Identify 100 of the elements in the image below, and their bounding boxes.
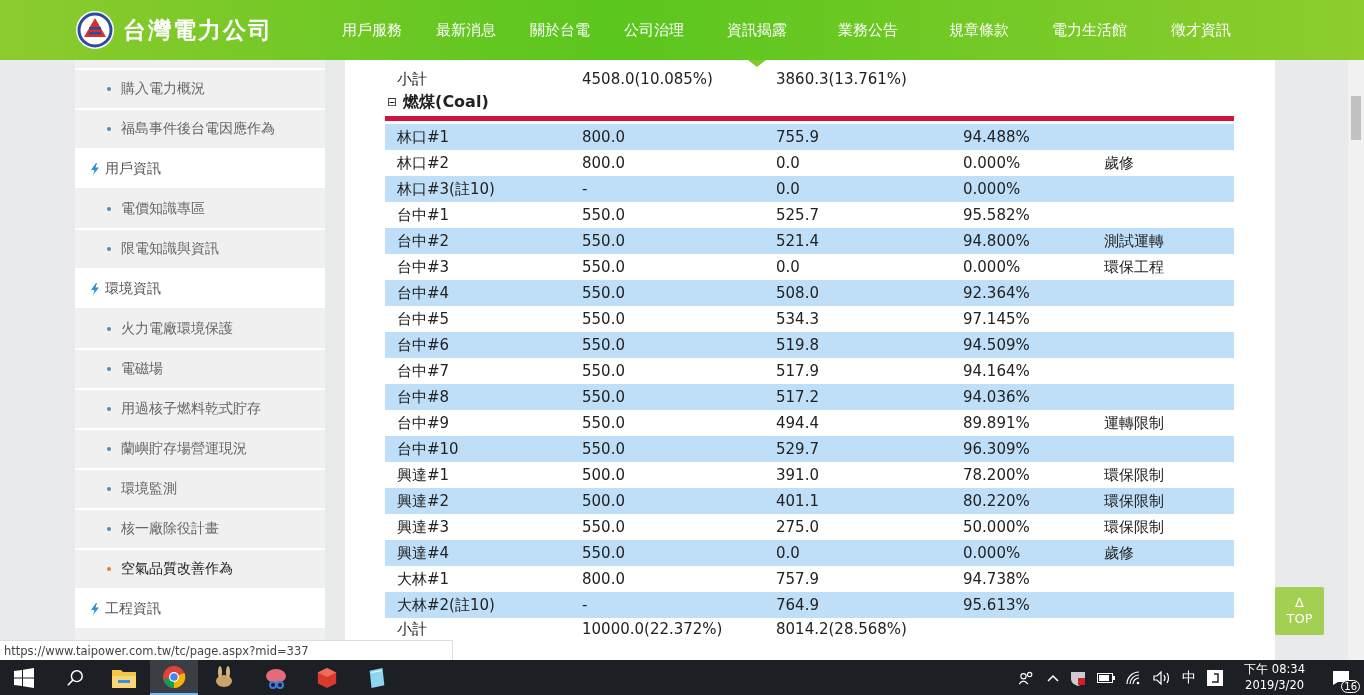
- table-cell-text: 測試運轉: [1104, 231, 1165, 251]
- sidebar-section[interactable]: 環境資訊: [75, 270, 325, 310]
- table-cell-text: 525.7: [776, 206, 820, 224]
- table-cell-text: 歲修: [1104, 543, 1135, 563]
- table-cell-text: 550.0: [582, 284, 626, 302]
- notification-count: 16: [1341, 679, 1360, 693]
- table-cell-text: 台中#3: [397, 257, 451, 277]
- chevron-up-icon[interactable]: [1047, 673, 1060, 682]
- table-cell-text: 94.036%: [963, 388, 1031, 406]
- volume-icon[interactable]: [1153, 670, 1172, 685]
- lightning-icon: [91, 603, 99, 615]
- table-cell-text: 534.3: [776, 310, 820, 328]
- table-cell-text: 94.509%: [963, 336, 1031, 354]
- table-cell-text: 550.0: [582, 388, 626, 406]
- sidebar-item[interactable]: 電磁場: [75, 350, 325, 390]
- table-cell-text: 10000.0(22.372%): [582, 620, 724, 638]
- table-cell-text: 環保限制: [1104, 491, 1165, 511]
- lightning-icon: [91, 163, 99, 175]
- table-cell-text: 517.9: [776, 362, 820, 380]
- table-cell-text: 台中#10: [397, 439, 460, 459]
- sidebar-item[interactable]: 核一廠除役計畫: [75, 510, 325, 550]
- table-cell-text: 台中#7: [397, 361, 451, 381]
- table-cell-text: 550.0: [582, 362, 626, 380]
- table-cell-text: 800.0: [582, 128, 626, 146]
- input-method-indicator[interactable]: 中: [1182, 668, 1197, 687]
- shield-icon[interactable]: [1070, 669, 1087, 686]
- table-cell-text: 800.0: [582, 154, 626, 172]
- table-cell-text: 92.364%: [963, 284, 1031, 302]
- table-cell-text: 4508.0(10.085%): [582, 70, 714, 88]
- tablet-mode-icon[interactable]: [1207, 669, 1224, 686]
- table-cell-text: 97.145%: [963, 310, 1031, 328]
- table-cell-text: 550.0: [582, 414, 626, 432]
- table-cell-text: 0.000%: [963, 180, 1022, 198]
- table-cell-text: 550.0: [582, 440, 626, 458]
- table-cell-text: 89.891%: [963, 414, 1031, 432]
- sidebar-section[interactable]: 工程資訊: [75, 590, 325, 630]
- table-cell-text: 519.8: [776, 336, 820, 354]
- table-cell-text: 運轉限制: [1104, 413, 1165, 433]
- table-cell-text: 大林#1: [397, 569, 451, 589]
- section-title: 燃煤(Coal): [403, 91, 489, 113]
- sidebar-item[interactable]: 環境監測: [75, 470, 325, 510]
- logo-icon: [75, 10, 115, 50]
- table-cell-text: 96.309%: [963, 440, 1031, 458]
- table-cell-text: 台中#9: [397, 413, 451, 433]
- menu-pointer-icon: [747, 60, 766, 67]
- table-cell-text: 台中#1: [397, 205, 451, 225]
- table-cell-text: 台中#6: [397, 335, 451, 355]
- sidebar-item[interactable]: 火力電廠環境保護: [75, 310, 325, 350]
- table-cell-text: 環保工程: [1104, 257, 1165, 277]
- table-cell-text: 80.220%: [963, 492, 1031, 510]
- clock-date[interactable]: 2019/3/20: [1245, 677, 1305, 693]
- table-cell-text: 環保限制: [1104, 517, 1165, 537]
- search-icon[interactable]: [66, 668, 84, 687]
- table-cell-text: 林口#1: [397, 127, 451, 147]
- cube-app-icon[interactable]: [316, 666, 338, 689]
- battery-icon[interactable]: [1097, 672, 1116, 683]
- table-cell-text: 興達#3: [397, 517, 451, 537]
- table-cell-text: 歲修: [1104, 153, 1135, 173]
- table-cell-text: 小計: [397, 619, 428, 639]
- table-cell-text: 757.9: [776, 570, 820, 588]
- table-cell-text: 0.0: [776, 154, 801, 172]
- table-cell-text: 林口#3(註10): [397, 179, 496, 199]
- table-cell-text: 0.000%: [963, 544, 1022, 562]
- table-cell-text: 500.0: [582, 466, 626, 484]
- table-cell-text: 550.0: [582, 336, 626, 354]
- table-cell-text: 94.800%: [963, 232, 1031, 250]
- table-cell-text: 0.000%: [963, 154, 1022, 172]
- table-cell-text: 550.0: [582, 232, 626, 250]
- table-cell-text: 台中#8: [397, 387, 451, 407]
- collapse-toggle[interactable]: ⊟: [387, 95, 398, 109]
- sidebar-item[interactable]: 購入電力概況: [75, 70, 325, 110]
- table-cell-text: 550.0: [582, 518, 626, 536]
- table-cell-text: 興達#2: [397, 491, 451, 511]
- browser-icon[interactable]: [162, 664, 186, 689]
- table-cell-text: 興達#1: [397, 465, 451, 485]
- sidebar-section[interactable]: 用戶資訊: [75, 150, 325, 190]
- table-cell-text: 508.0: [776, 284, 820, 302]
- clock-time[interactable]: 下午 08:34: [1244, 662, 1305, 678]
- sidebar-item[interactable]: 蘭嶼貯存場營運現況: [75, 430, 325, 470]
- folder-icon[interactable]: [112, 667, 136, 688]
- table-cell-text: 550.0: [582, 310, 626, 328]
- table-cell-text: 0.0: [776, 180, 801, 198]
- scrollbar[interactable]: [1348, 60, 1364, 660]
- table-cell-text: 78.200%: [963, 466, 1031, 484]
- table-cell-text: 275.0: [776, 518, 820, 536]
- table-cell-text: 517.2: [776, 388, 820, 406]
- table-cell-text: 0.0: [776, 544, 801, 562]
- table-cell-text: 550.0: [582, 258, 626, 276]
- table-cell-text: 755.9: [776, 128, 820, 146]
- sidebar-item[interactable]: 用過核子燃料乾式貯存: [75, 390, 325, 430]
- table-cell-text: 8014.2(28.568%): [776, 620, 908, 638]
- windows-start-icon[interactable]: [14, 667, 34, 688]
- table-cell-text: 95.613%: [963, 596, 1031, 614]
- table-cell-text: 0.0: [776, 258, 801, 276]
- table-cell-text: 500.0: [582, 492, 626, 510]
- table-cell-text: 550.0: [582, 206, 626, 224]
- table-cell-text: 94.488%: [963, 128, 1031, 146]
- sidebar-item[interactable]: 電價知識專區: [75, 190, 325, 230]
- lightning-icon: [91, 283, 99, 295]
- table-cell-text: 529.7: [776, 440, 820, 458]
